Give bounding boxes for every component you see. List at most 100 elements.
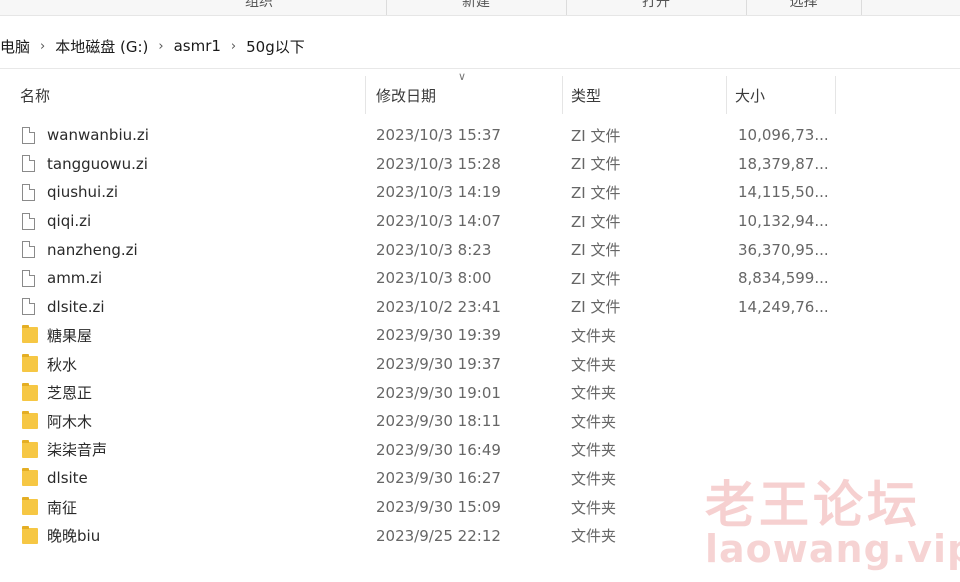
item-name: 柒柒音声 <box>47 441 108 460</box>
folder-row[interactable]: 秋水 2023/9/30 19:37 文件夹 <box>0 350 960 379</box>
modified-date-cell: 2023/10/3 15:37 <box>376 126 501 145</box>
item-name: wanwanbiu.zi <box>47 126 149 145</box>
folder-icon <box>22 325 38 344</box>
file-row[interactable]: nanzheng.zi 2023/10/3 8:23 ZI 文件 36,370,95.… <box>0 235 960 264</box>
folder-icon <box>22 525 38 544</box>
file-icon <box>22 269 35 287</box>
type-cell: ZI 文件 <box>571 241 621 260</box>
modified-date-cell: 2023/10/3 8:00 <box>376 269 492 288</box>
breadcrumb-item-pc[interactable]: 电脑 <box>0 36 30 57</box>
file-row[interactable]: dlsite.zi 2023/10/2 23:41 ZI 文件 14,249,76..… <box>0 293 960 322</box>
folder-icon <box>22 439 38 458</box>
modified-date-cell: 2023/9/30 15:09 <box>376 498 501 517</box>
folder-icon <box>22 497 38 516</box>
name-cell: dlsite <box>22 464 88 493</box>
modified-date-cell: 2023/9/30 19:39 <box>376 326 501 345</box>
name-cell: 南征 <box>22 493 77 522</box>
modified-date-cell: 2023/10/3 8:23 <box>376 240 492 259</box>
name-cell: amm.zi <box>22 264 102 293</box>
column-header-size[interactable]: 大小 <box>727 70 836 120</box>
file-icon <box>22 241 35 259</box>
column-header-label: 大小 <box>735 86 766 105</box>
name-cell: 秋水 <box>22 350 77 379</box>
file-icon <box>22 183 35 201</box>
breadcrumb-label: 电脑 <box>0 37 31 56</box>
chevron-right-icon[interactable]: › <box>158 39 163 54</box>
column-header-label: 修改日期 <box>376 86 437 105</box>
item-name: 秋水 <box>47 355 78 374</box>
size-cell: 36,370,95... <box>738 240 829 259</box>
file-row[interactable]: wanwanbiu.zi 2023/10/3 15:37 ZI 文件 10,096,7… <box>0 121 960 150</box>
name-cell: wanwanbiu.zi <box>22 121 149 150</box>
ribbon-group-label: 选择 <box>789 0 818 10</box>
item-name: qiqi.zi <box>47 212 92 231</box>
breadcrumb-item-asmr1[interactable]: › asmr1 <box>148 37 221 55</box>
file-icon <box>22 298 35 316</box>
folder-row[interactable]: 芝恩正 2023/9/30 19:01 文件夹 <box>0 378 960 407</box>
folder-icon <box>22 468 38 487</box>
chevron-right-icon[interactable]: › <box>231 39 236 54</box>
name-cell: dlsite.zi <box>22 293 105 322</box>
item-name: dlsite <box>47 469 88 488</box>
name-cell: qiushui.zi <box>22 178 118 207</box>
breadcrumb-item-current[interactable]: › 50g以下 <box>221 36 305 57</box>
column-header-name[interactable]: 名称 <box>0 70 366 120</box>
type-cell: ZI 文件 <box>571 269 621 288</box>
file-row[interactable]: tangguowu.zi 2023/10/3 15:28 ZI 文件 18,379,8… <box>0 150 960 179</box>
type-cell: 文件夹 <box>571 384 617 403</box>
folder-icon <box>22 382 38 401</box>
column-header-date[interactable]: 修改日期 <box>366 70 563 120</box>
breadcrumb: 电脑 › 本地磁盘 (G:) › asmr1 › 50g以下 <box>0 24 960 69</box>
item-name: qiushui.zi <box>47 183 119 202</box>
column-divider[interactable] <box>835 76 836 114</box>
name-cell: 阿木木 <box>22 407 92 436</box>
folder-row[interactable]: 糖果屋 2023/9/30 19:39 文件夹 <box>0 321 960 350</box>
size-cell: 14,249,76... <box>738 297 829 316</box>
modified-date-cell: 2023/9/30 19:01 <box>376 383 501 402</box>
breadcrumb-label: 本地磁盘 (G:) <box>55 37 149 56</box>
breadcrumb-label: 50g以下 <box>246 37 305 56</box>
size-cell: 14,115,50... <box>738 183 829 202</box>
folder-row[interactable]: 柒柒音声 2023/9/30 16:49 文件夹 <box>0 436 960 465</box>
type-cell: ZI 文件 <box>571 183 621 202</box>
name-cell: 芝恩正 <box>22 378 92 407</box>
item-name: 芝恩正 <box>47 384 93 403</box>
item-name: dlsite.zi <box>47 297 105 316</box>
modified-date-cell: 2023/9/30 16:49 <box>376 440 501 459</box>
type-cell: 文件夹 <box>571 527 617 546</box>
file-row[interactable]: amm.zi 2023/10/3 8:00 ZI 文件 8,834,599... <box>0 264 960 293</box>
name-cell: nanzheng.zi <box>22 235 138 264</box>
item-name: 晚晚biu <box>47 527 101 546</box>
ribbon-group-organize[interactable]: 组织 <box>132 0 387 15</box>
column-header-label: 类型 <box>571 86 602 105</box>
item-name: amm.zi <box>47 269 103 288</box>
folder-icon <box>22 354 38 373</box>
ribbon-group-open[interactable]: 打开 <box>566 0 747 15</box>
folder-row[interactable]: 阿木木 2023/9/30 18:11 文件夹 <box>0 407 960 436</box>
watermark-url: laowang.vip <box>705 527 960 571</box>
type-cell: ZI 文件 <box>571 212 621 231</box>
ribbon-group-label: 组织 <box>245 0 273 10</box>
ribbon-group-select[interactable]: 选择 <box>746 0 862 15</box>
type-cell: 文件夹 <box>571 441 617 460</box>
file-icon <box>22 155 35 173</box>
type-cell: ZI 文件 <box>571 126 621 145</box>
file-row[interactable]: qiqi.zi 2023/10/3 14:07 ZI 文件 10,132,94... <box>0 207 960 236</box>
file-row[interactable]: qiushui.zi 2023/10/3 14:19 ZI 文件 14,115,50.… <box>0 178 960 207</box>
breadcrumb-item-drive[interactable]: › 本地磁盘 (G:) <box>30 36 148 57</box>
type-cell: 文件夹 <box>571 355 617 374</box>
modified-date-cell: 2023/9/25 22:12 <box>376 526 501 545</box>
folder-icon <box>22 411 38 430</box>
name-cell: qiqi.zi <box>22 207 91 236</box>
size-cell: 10,096,73... <box>738 126 829 145</box>
size-cell: 10,132,94... <box>738 212 829 231</box>
ribbon-group-label: 打开 <box>642 0 670 10</box>
file-icon <box>22 212 35 230</box>
chevron-right-icon[interactable]: › <box>40 39 45 54</box>
type-cell: 文件夹 <box>571 326 617 345</box>
modified-date-cell: 2023/10/2 23:41 <box>376 297 501 316</box>
ribbon-group-new[interactable]: 新建 <box>386 0 567 15</box>
type-cell: 文件夹 <box>571 412 617 431</box>
item-name: tangguowu.zi <box>47 154 148 173</box>
column-header-type[interactable]: 类型 <box>563 70 727 120</box>
